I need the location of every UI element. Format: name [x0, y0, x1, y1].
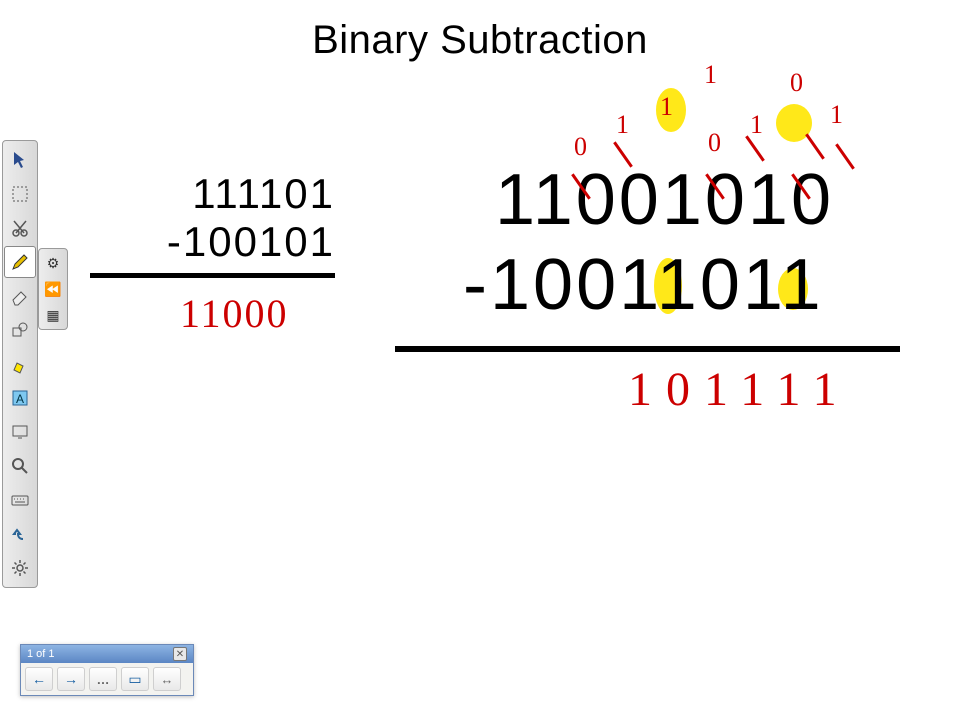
- borrow-digit: 0: [708, 128, 721, 158]
- strike-mark: [786, 170, 816, 200]
- p1-minuend: 111101: [90, 170, 335, 218]
- page-title: Binary Subtraction: [312, 18, 648, 63]
- p2-minuend: 11001010: [495, 158, 834, 243]
- strike-mark: [700, 170, 730, 200]
- whiteboard-canvas[interactable]: Binary Subtraction 111101 -100101 11000 …: [0, 0, 960, 720]
- problem-1: 111101 -100101: [90, 170, 335, 278]
- strike-mark: [830, 140, 860, 170]
- p2-subtrahend: -10011011: [463, 243, 834, 328]
- p1-bar: [90, 273, 335, 278]
- borrow-digit: 1: [704, 60, 717, 90]
- strike-mark: [740, 132, 770, 162]
- borrow-digit: 1: [830, 100, 843, 130]
- borrow-digit: 0: [790, 68, 803, 98]
- strike-mark: [800, 130, 830, 160]
- strike-mark: [566, 170, 596, 200]
- p1-subtrahend: -100101: [90, 218, 335, 266]
- borrow-digit: 1: [616, 110, 629, 140]
- p1-result: 11000: [180, 290, 289, 337]
- strike-mark: [608, 138, 638, 168]
- p2-bar: [395, 346, 900, 352]
- p2-result: 101111: [628, 362, 851, 417]
- problem-2: 11001010 -10011011: [495, 158, 834, 328]
- borrow-digit: 0: [574, 132, 587, 162]
- borrow-digit: 1: [660, 92, 673, 122]
